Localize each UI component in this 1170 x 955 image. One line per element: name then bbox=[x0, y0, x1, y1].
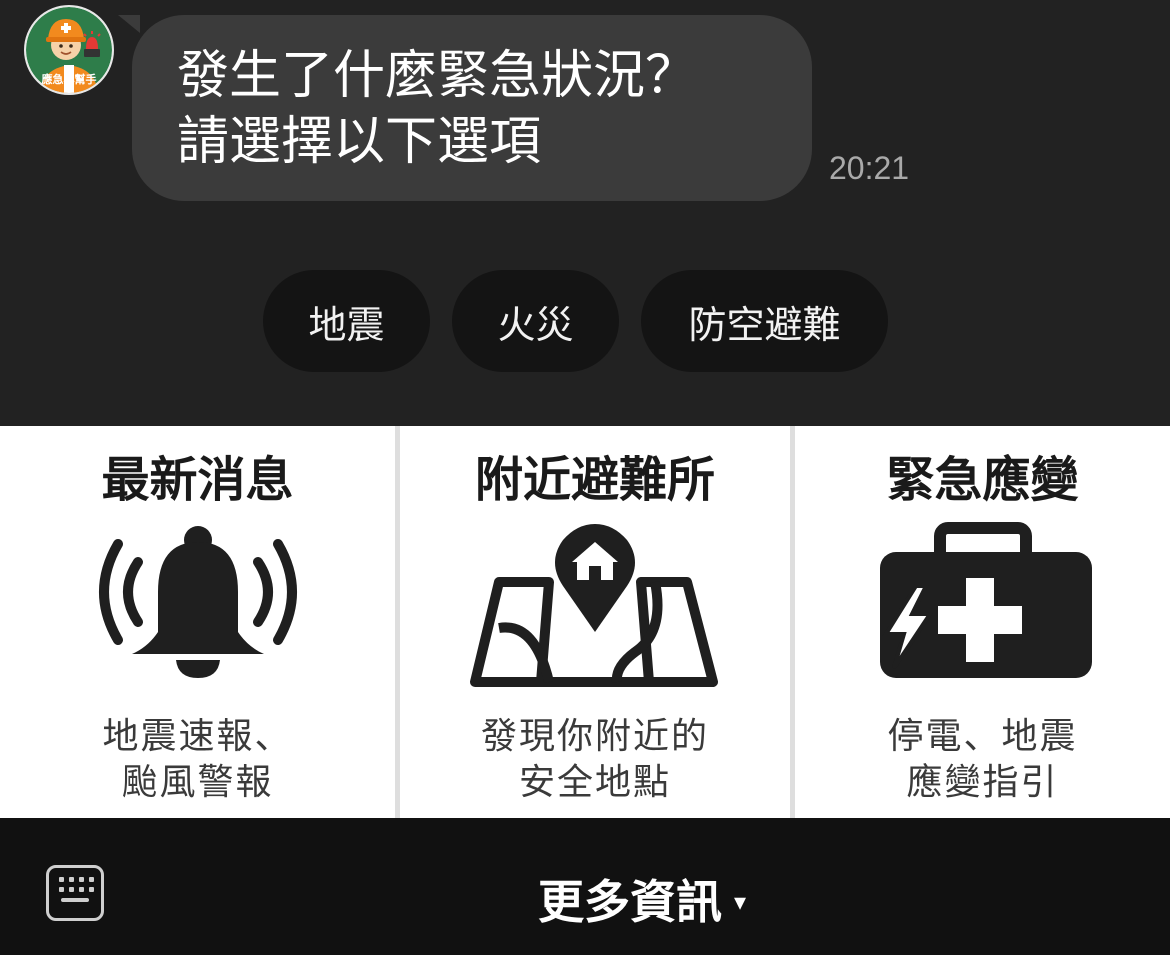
card-description: 停電、地震 應變指引 bbox=[795, 714, 1170, 806]
more-info-label: 更多資訊 bbox=[538, 875, 722, 929]
message-line: 發生了什麼緊急狀況？ bbox=[177, 46, 698, 106]
caret-down-icon: ▾ bbox=[734, 888, 747, 916]
menu-card-nearby-shelters[interactable]: 附近避難所 發現你附近的 安全地點 bbox=[400, 426, 790, 818]
message-line: 請選擇以下選項 bbox=[177, 112, 542, 172]
quick-reply-air-raid[interactable]: 防空避難 bbox=[641, 270, 888, 372]
bubble-tail bbox=[118, 15, 140, 33]
keyboard-spacebar bbox=[61, 898, 89, 902]
menu-card-latest-news[interactable]: 最新消息 地震速報、 颱風警報 bbox=[0, 426, 395, 818]
card-description-line: 安全地點 bbox=[518, 762, 671, 803]
card-description-line: 發現你附近的 bbox=[480, 716, 709, 757]
map-pin-house-icon bbox=[470, 524, 718, 687]
rich-menu: 最新消息 地震速報、 颱風警報 附近避難所 發現你附近的 安全地點 緊急應變 停… bbox=[0, 426, 1170, 818]
quick-reply-bar: 地震 火災 防空避難 bbox=[0, 270, 1170, 372]
card-description: 發現你附近的 安全地點 bbox=[400, 714, 790, 806]
card-title: 附近避難所 bbox=[474, 452, 715, 508]
card-title: 最新消息 bbox=[101, 452, 294, 508]
quick-reply-earthquake[interactable]: 地震 bbox=[263, 270, 430, 372]
card-description-line: 停電、地震 bbox=[887, 716, 1078, 757]
emergency-kit-icon bbox=[879, 522, 1092, 678]
avatar-label: 應急小幫手 bbox=[41, 73, 97, 86]
menu-card-emergency-response[interactable]: 緊急應變 停電、地震 應變指引 bbox=[795, 426, 1170, 818]
quick-reply-fire[interactable]: 火災 bbox=[452, 270, 619, 372]
card-description-line: 地震速報、 bbox=[102, 716, 293, 757]
card-description: 地震速報、 颱風警報 bbox=[0, 714, 395, 806]
message-bubble: 發生了什麼緊急狀況？ 請選擇以下選項 bbox=[132, 15, 812, 201]
message-timestamp: 20:21 bbox=[829, 150, 910, 186]
card-description-line: 應變指引 bbox=[906, 762, 1059, 803]
keyboard-icon[interactable] bbox=[46, 865, 104, 921]
more-info-toggle[interactable]: 更多資訊 ▾ bbox=[538, 866, 746, 932]
card-description-line: 颱風警報 bbox=[121, 762, 274, 803]
bot-avatar[interactable]: 應急小幫手 bbox=[24, 5, 114, 95]
card-title: 緊急應變 bbox=[886, 452, 1079, 508]
bell-ringing-icon bbox=[98, 526, 297, 678]
bottom-bar: 更多資訊 ▾ bbox=[0, 818, 1170, 955]
